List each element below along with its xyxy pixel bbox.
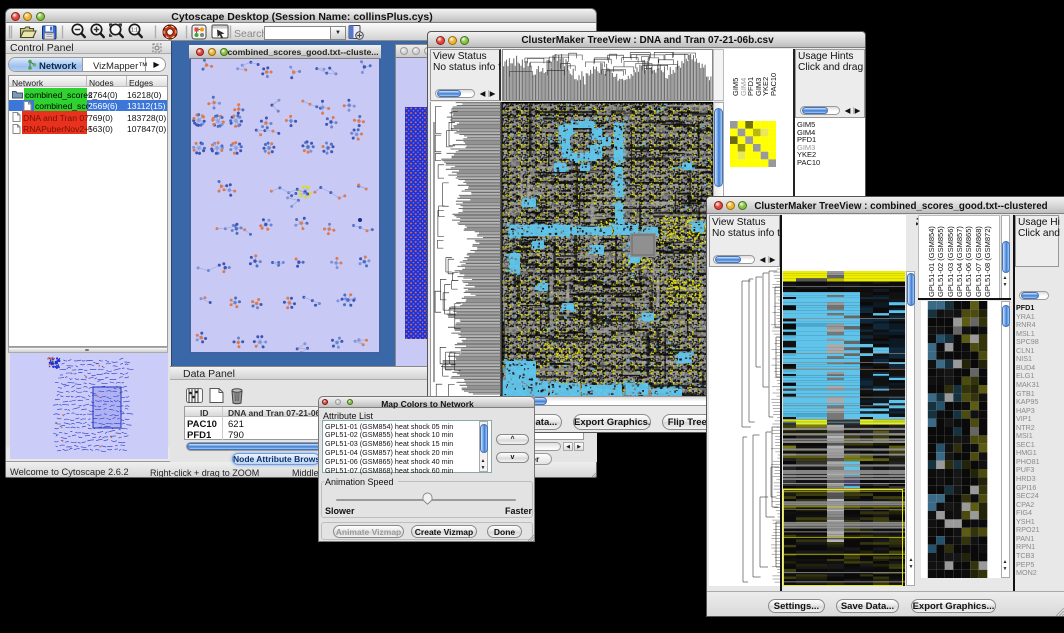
svg-text:1:1: 1:1 bbox=[131, 28, 138, 34]
